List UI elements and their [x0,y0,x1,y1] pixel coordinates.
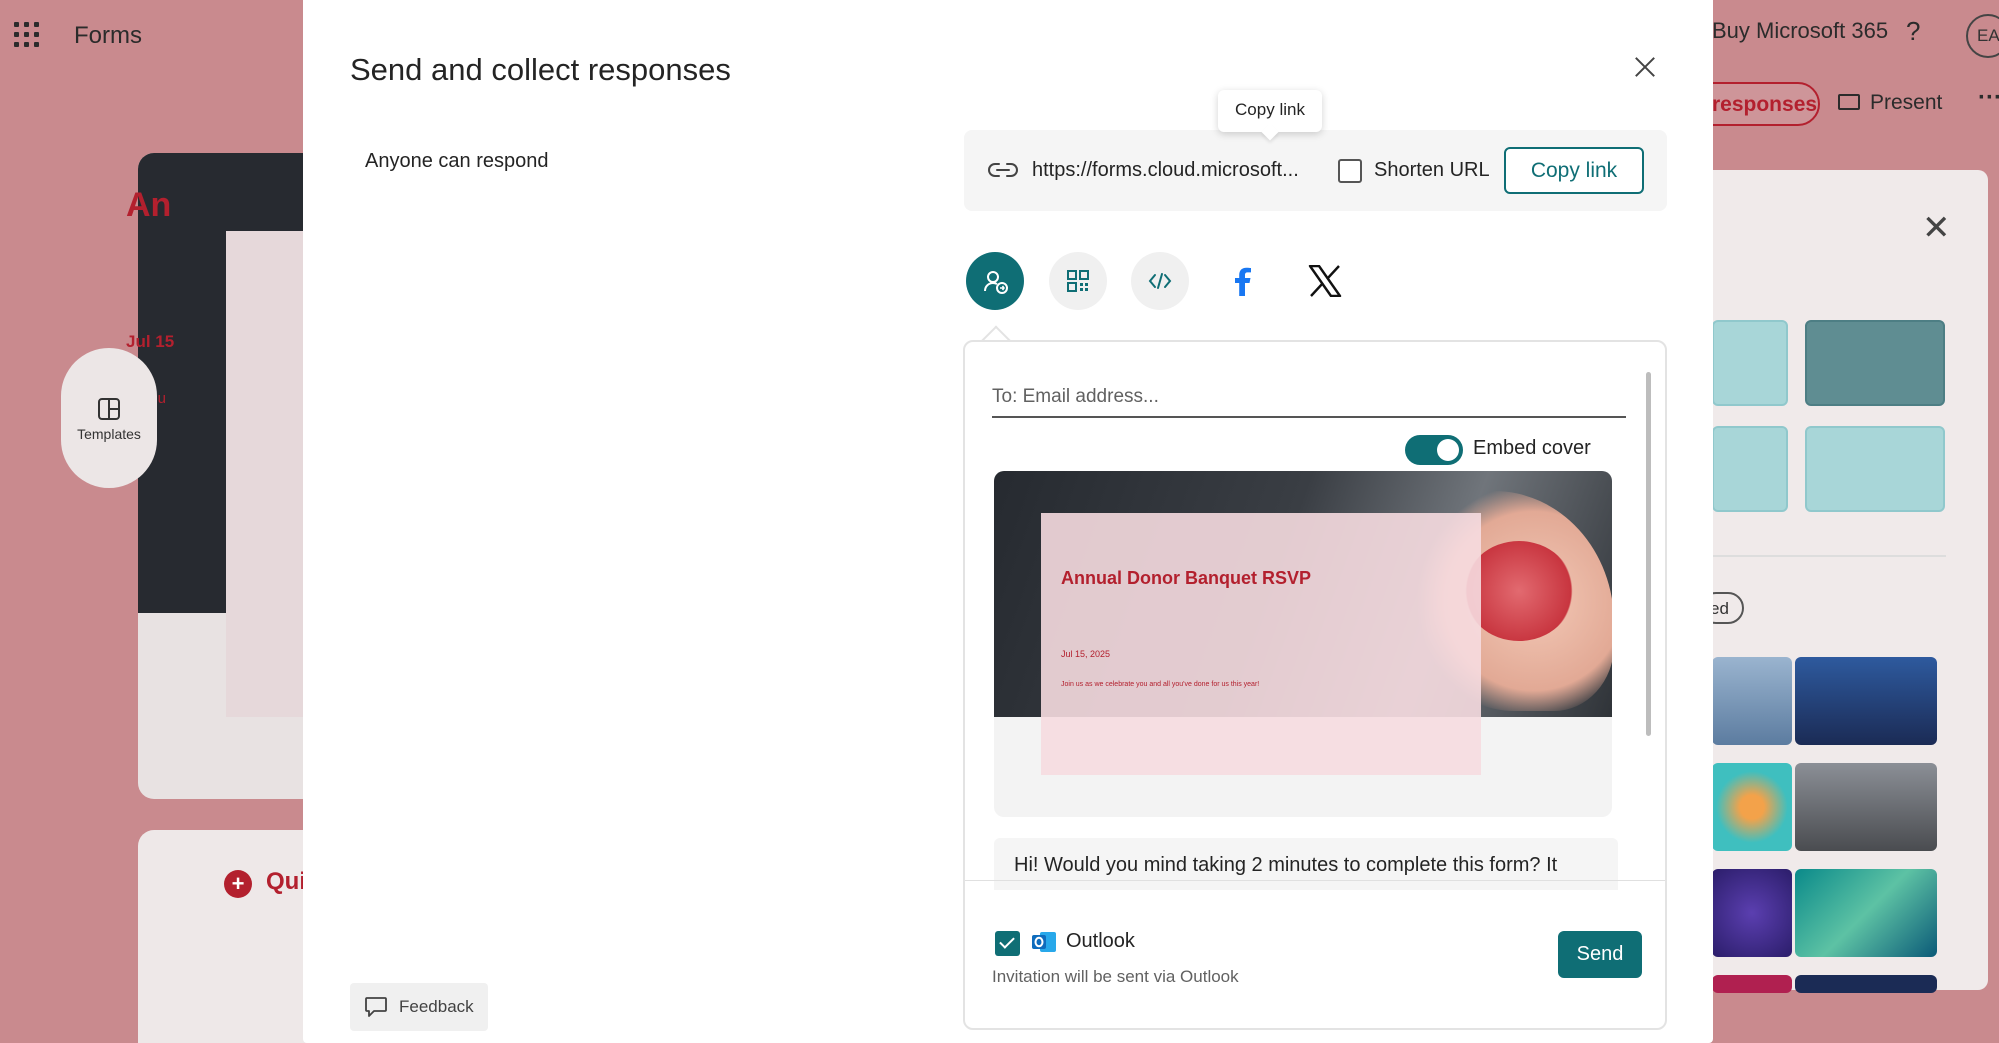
send-dialog: Send and collect responses Anyone can re… [303,0,1713,1043]
add-icon[interactable]: + [224,870,252,898]
scrollbar[interactable] [1646,372,1651,736]
quiz-label[interactable]: Qui [266,868,306,896]
share-link-bar: https://forms.cloud.microsoft... Shorten… [964,130,1667,211]
divider [1712,555,1946,557]
outlook-icon [1032,932,1056,952]
invite-note: Invitation will be sent via Outlook [992,967,1239,986]
more-options-icon[interactable]: ··· [1978,84,1999,112]
invite-people-icon [984,271,1008,294]
cover-description: Join us as we celebrate you and all you'… [1061,681,1260,688]
app-name: Forms [74,22,142,49]
email-address-input[interactable] [992,378,1626,418]
background-image-tile[interactable] [1795,869,1937,957]
style-side-panel [1712,170,1988,990]
share-url[interactable]: https://forms.cloud.microsoft... [1032,159,1299,182]
feedback-label: Feedback [399,997,474,1016]
templates-label: Templates [77,426,141,442]
templates-icon [98,398,120,420]
layout-thumbnail[interactable] [1805,426,1945,512]
close-icon[interactable] [1633,54,1657,78]
layout-thumbnail[interactable] [1712,426,1788,512]
feedback-button[interactable]: Feedback [350,983,488,1031]
share-facebook-button[interactable] [1214,252,1272,310]
embed-cover-label: Embed cover [1473,437,1591,459]
outlook-label: Outlook [1066,930,1135,952]
email-invite-panel: Embed cover Annual Donor Banquet RSVP Ju… [963,340,1667,1030]
audience-selector[interactable]: Anyone can respond [365,150,548,173]
qr-code-icon [1067,270,1089,292]
cover-date: Jul 15, 2025 [1061,649,1111,659]
shorten-url-label[interactable]: Shorten URL [1374,159,1490,182]
share-x-button[interactable] [1296,252,1354,310]
background-image-tile[interactable] [1712,975,1792,993]
embed-cover-toggle[interactable] [1405,435,1463,465]
form-date: Jul 15 [126,332,175,351]
share-embed-button[interactable] [1131,252,1189,310]
templates-button[interactable]: Templates [61,348,157,488]
buy-microsoft-365-link[interactable]: Buy Microsoft 365 [1712,18,1888,44]
close-icon[interactable]: ✕ [1922,208,1951,248]
facebook-icon [1235,267,1251,296]
form-cover-preview: Annual Donor Banquet RSVP Jul 15, 2025 J… [994,471,1612,817]
shorten-url-checkbox[interactable] [1338,159,1362,183]
cover-card: Annual Donor Banquet RSVP Jul 15, 2025 J… [1041,513,1481,775]
embed-code-icon [1148,273,1172,289]
app-launcher-icon[interactable] [14,22,40,48]
divider [965,880,1665,881]
dialog-title: Send and collect responses [350,52,731,87]
present-button[interactable]: Present [1838,91,1942,115]
form-title: An [126,186,172,224]
invite-message[interactable]: Hi! Would you mind taking 2 minutes to c… [994,838,1618,890]
outlook-checkbox[interactable] [995,931,1020,956]
background-image-tile[interactable] [1712,657,1792,745]
background-image-tile[interactable] [1795,975,1937,993]
layout-thumbnail-selected[interactable] [1805,320,1945,406]
feedback-icon [365,997,387,1017]
link-icon [988,163,1018,177]
present-icon [1838,94,1860,110]
send-button[interactable]: Send [1558,931,1642,978]
help-icon[interactable]: ? [1906,16,1920,47]
share-invite-button[interactable] [966,252,1024,310]
share-qr-button[interactable] [1049,252,1107,310]
layout-thumbnail[interactable] [1712,320,1788,406]
background-image-tile[interactable] [1712,763,1792,851]
background-image-tile[interactable] [1795,657,1937,745]
cover-title: Annual Donor Banquet RSVP [1061,568,1312,588]
copy-link-tooltip: Copy link [1218,90,1322,132]
copy-link-button[interactable]: Copy link [1504,147,1644,194]
background-image-tile[interactable] [1795,763,1937,851]
present-label: Present [1870,91,1943,114]
background-image-tile[interactable] [1712,869,1792,957]
x-logo-icon [1308,265,1342,297]
